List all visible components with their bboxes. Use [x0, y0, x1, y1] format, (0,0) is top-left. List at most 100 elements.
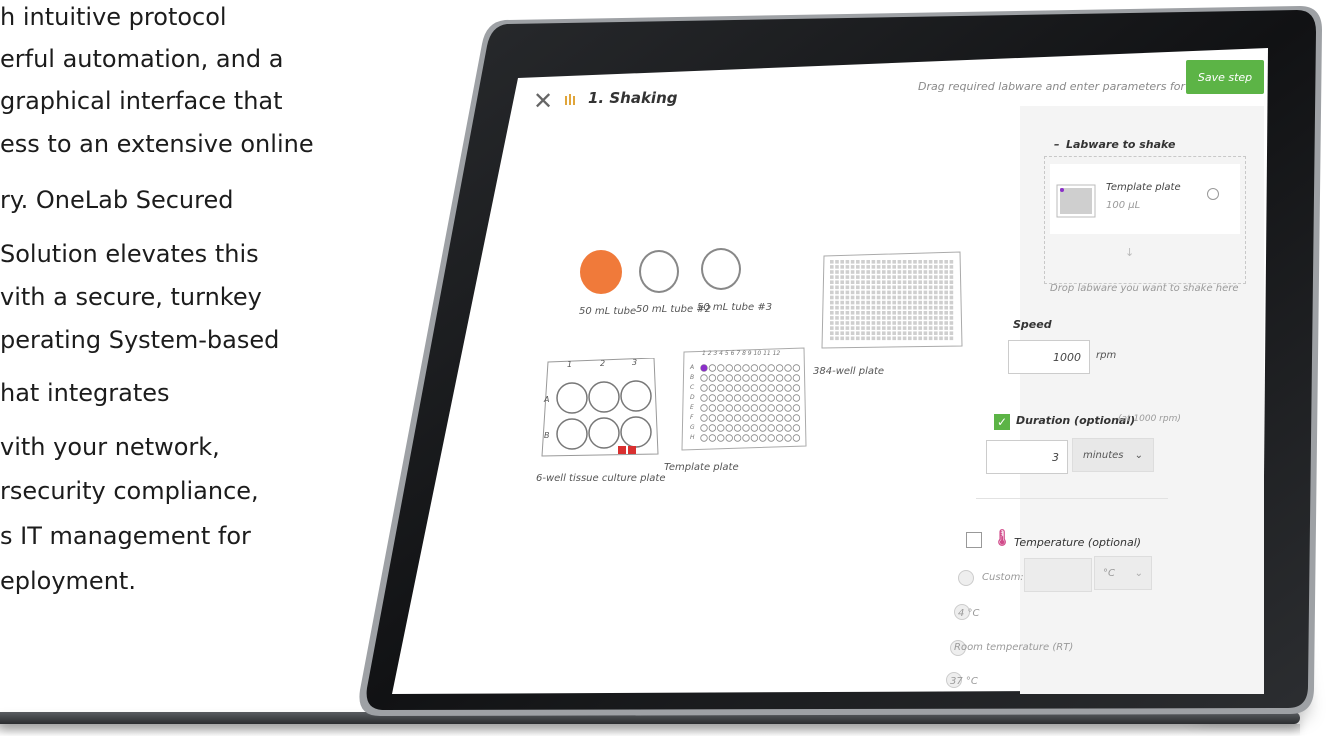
- custom-temp-input[interactable]: [1024, 558, 1092, 592]
- well-384: [887, 321, 891, 325]
- well-384: [939, 290, 943, 295]
- well-384: [882, 265, 886, 269]
- well-384: [934, 270, 938, 274]
- well-384: [840, 311, 844, 315]
- well-384: [835, 270, 839, 274]
- well-384: [876, 260, 881, 264]
- well-384: [913, 311, 917, 315]
- well-384: [835, 331, 839, 335]
- close-icon[interactable]: ✕: [533, 87, 553, 115]
- well-384: [902, 316, 907, 320]
- well-384: [897, 280, 902, 284]
- well-384: [923, 270, 928, 274]
- well-384: [934, 300, 938, 305]
- well-384: [918, 331, 922, 335]
- well-384: [892, 321, 896, 325]
- well-384: [835, 295, 839, 300]
- well-384: [840, 265, 844, 269]
- thermometer-icon: 🌡: [992, 528, 1013, 547]
- panel-divider: [976, 498, 1168, 499]
- well-384: [918, 270, 922, 274]
- well-384: [830, 331, 834, 335]
- well-384: [949, 326, 954, 330]
- well-384: [835, 280, 839, 284]
- well-384: [850, 270, 855, 274]
- well-384: [876, 275, 881, 279]
- well-384: [944, 326, 948, 330]
- well-384: [923, 336, 928, 341]
- well-384: [835, 336, 839, 341]
- template-row-h: H: [690, 434, 695, 441]
- well-384: [887, 300, 891, 305]
- speed-input[interactable]: 1000: [1008, 340, 1090, 374]
- remove-item-icon[interactable]: [1207, 188, 1219, 200]
- well-384: [928, 295, 933, 300]
- well-384: [835, 326, 839, 330]
- radio-custom[interactable]: [958, 570, 974, 586]
- well-384: [934, 326, 938, 330]
- well-384: [866, 331, 870, 335]
- duration-unit-select[interactable]: minutes ⌄: [1072, 438, 1154, 472]
- well-384: [902, 290, 907, 295]
- well-384: [939, 260, 943, 264]
- well-384: [830, 295, 834, 300]
- tube-50ml-filled[interactable]: [580, 250, 622, 294]
- well-384: [928, 331, 933, 335]
- well-384: [913, 331, 917, 335]
- well-384: [861, 305, 865, 310]
- duration-checkbox[interactable]: ✓: [994, 414, 1010, 430]
- well-384: [892, 295, 896, 300]
- well-384: [913, 316, 917, 320]
- temperature-label: Temperature (optional): [1014, 536, 1142, 549]
- well-384: [861, 311, 865, 315]
- plate-6-well[interactable]: [540, 357, 662, 458]
- tube-50ml-3[interactable]: [701, 248, 741, 290]
- well-384: [908, 295, 912, 300]
- well-384: [923, 331, 928, 335]
- well-384: [908, 326, 912, 330]
- well-384: [892, 331, 896, 335]
- well-384: [840, 270, 844, 274]
- plate-384-well[interactable]: [818, 250, 966, 350]
- collapse-icon[interactable]: –: [1054, 138, 1060, 151]
- well-384: [928, 275, 933, 279]
- temperature-checkbox[interactable]: [966, 532, 982, 548]
- well-384: [949, 311, 954, 315]
- tube-50ml-2[interactable]: [639, 250, 679, 293]
- drop-hint: Drop labware you want to shake here: [1050, 283, 1239, 294]
- well-384: [856, 331, 860, 335]
- well-384: [856, 295, 860, 300]
- well-384: [850, 305, 855, 310]
- well-384: [856, 305, 860, 310]
- well-384: [866, 305, 870, 310]
- well-384: [902, 336, 907, 341]
- well-384: [939, 275, 943, 279]
- well-384: [850, 265, 855, 269]
- well-384: [928, 311, 933, 315]
- well-384: [866, 300, 870, 305]
- well-384: [939, 295, 943, 300]
- well-384: [944, 265, 948, 269]
- temp-unit-select[interactable]: °C ⌄: [1094, 556, 1152, 590]
- well-384: [918, 305, 922, 310]
- well-384: [892, 311, 896, 315]
- template-row-a: A: [690, 364, 695, 371]
- well-384: [845, 260, 850, 264]
- save-step-button[interactable]: Save step: [1186, 60, 1264, 94]
- well-384: [845, 321, 850, 325]
- well-384: [871, 300, 876, 305]
- well-384: [928, 300, 933, 305]
- duration-input[interactable]: 3: [986, 440, 1068, 474]
- well-384: [850, 311, 855, 315]
- template-plate[interactable]: [680, 346, 808, 452]
- well-384: [944, 275, 948, 279]
- opt-4c: 4 °C: [958, 608, 980, 619]
- well-384: [892, 270, 896, 274]
- well-384: [928, 321, 933, 325]
- well-384: [944, 336, 948, 341]
- well-384: [897, 290, 902, 295]
- well-384: [934, 275, 938, 279]
- well-384: [913, 300, 917, 305]
- well-384: [856, 316, 860, 320]
- well-384: [949, 300, 954, 305]
